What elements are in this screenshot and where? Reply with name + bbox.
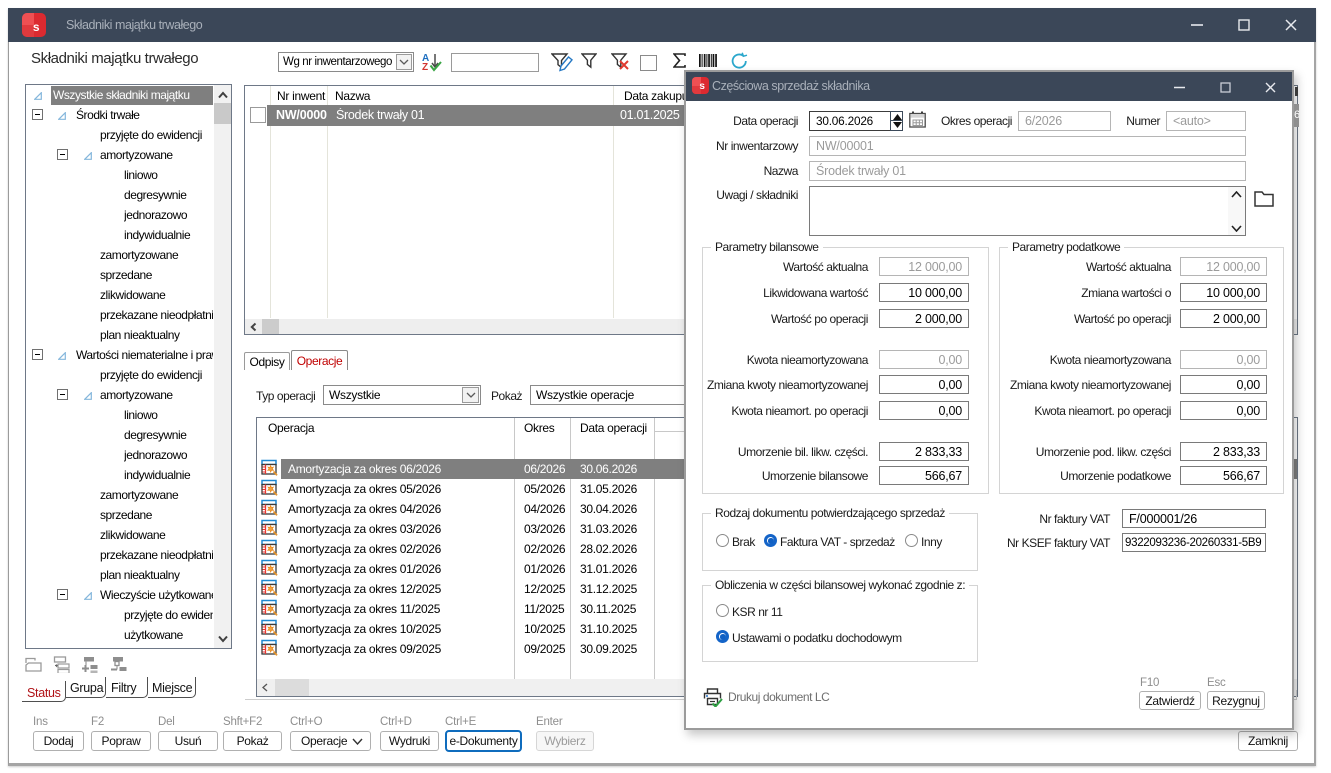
svg-text:Z: Z [422,62,428,72]
